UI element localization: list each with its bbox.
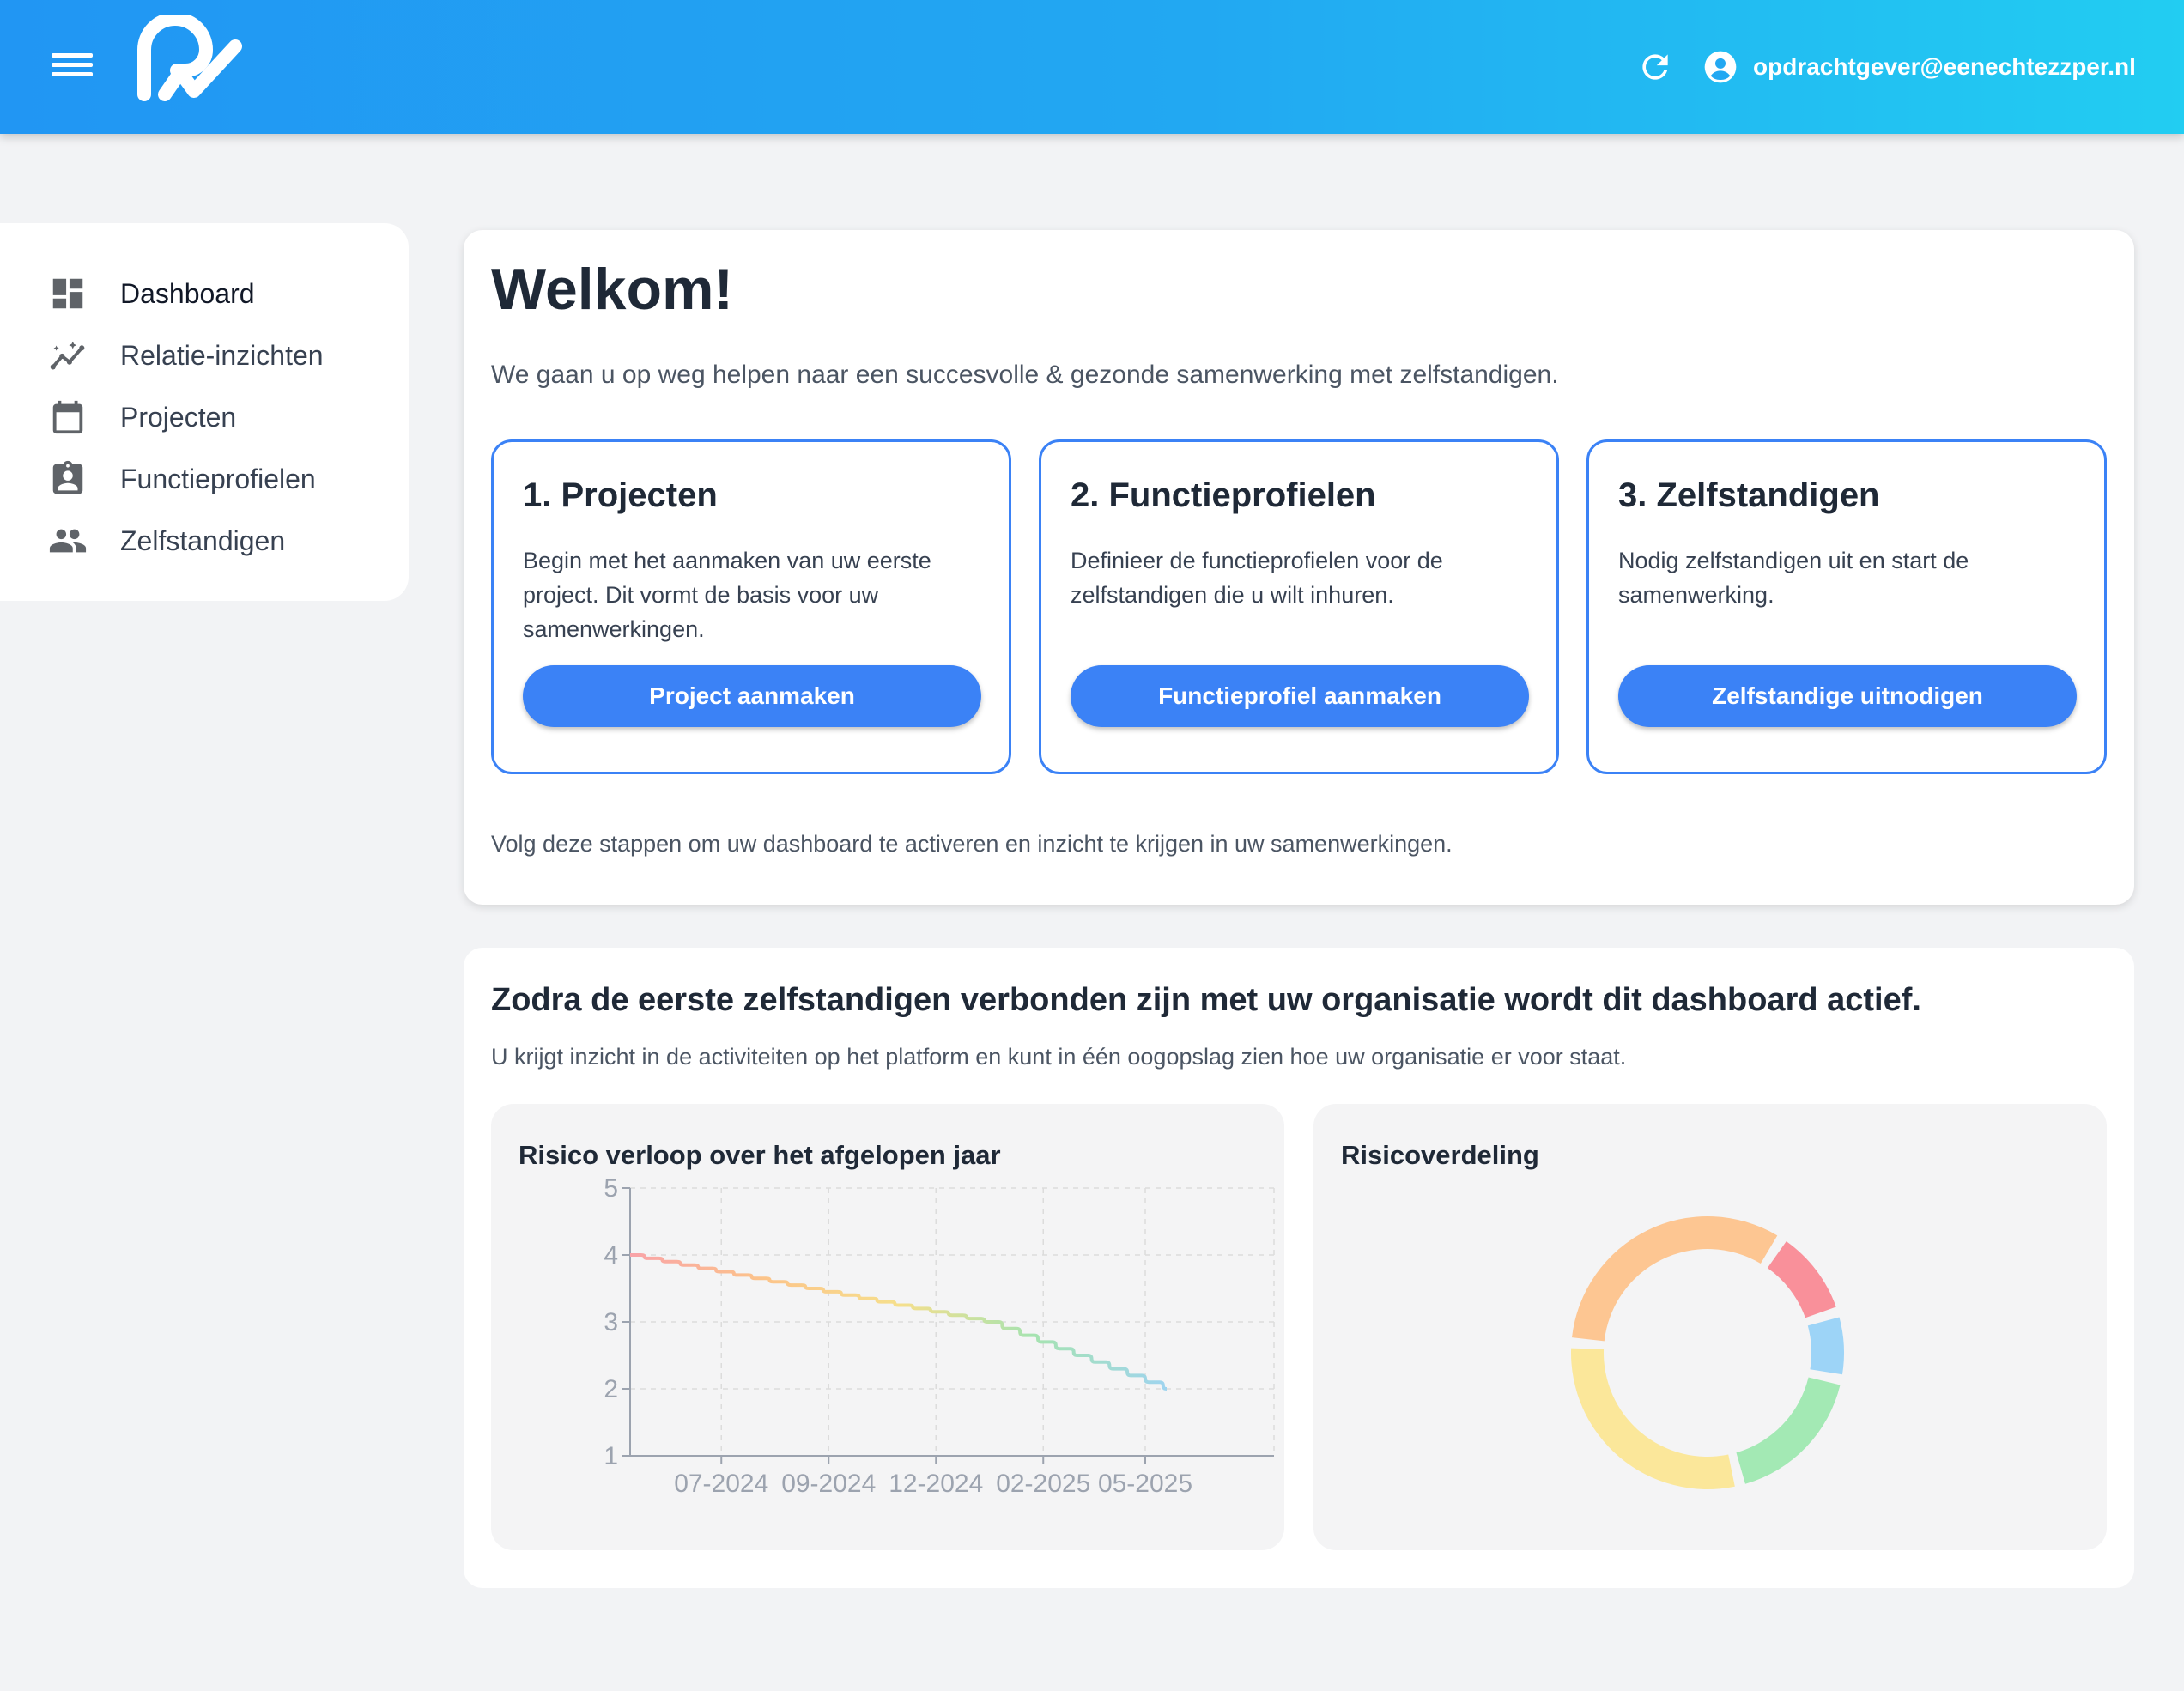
y-tick-label: 1 [604,1442,618,1470]
x-tick-label: 05-2025 [1098,1470,1192,1498]
y-tick-label: 2 [604,1375,618,1403]
donut-slice-1 [1807,1317,1844,1375]
functieprofiel-aanmaken-button[interactable]: Functieprofiel aanmaken [1071,665,1529,727]
sidebar-item-relatie-inzichten[interactable]: Relatie-inzichten [48,330,391,381]
zelfstandige-uitnodigen-button[interactable]: Zelfstandige uitnodigen [1618,665,2077,727]
people-icon [49,529,87,553]
sidebar-item-label: Dashboard [120,277,255,309]
step-description: Definieer de functieprofielen voor de ze… [1071,548,1443,608]
y-tick-label: 4 [604,1241,618,1270]
menu-icon[interactable] [48,48,96,86]
y-tick-label: 5 [604,1174,618,1203]
donut-slice-0 [1767,1241,1836,1318]
step-card-functieprofielen: 2. Functieprofielen Definieer de functie… [1039,439,1559,774]
logo[interactable] [130,15,242,101]
step-title: 3. Zelfstandigen [1618,476,1880,514]
welcome-footer: Volg deze stappen om uw dashboard te act… [491,831,1453,857]
project-aanmaken-button[interactable]: Project aanmaken [523,665,981,727]
badge-icon [52,460,83,494]
risk-distribution-panel: Risicoverdeling [1313,1104,2107,1550]
sidebar-item-label: Projecten [120,401,237,433]
step-description: Nodig zelfstandigen uit en start de same… [1618,548,1969,608]
user-email: opdrachtgever@eenechtezzper.nl [1753,53,2136,80]
welcome-title: Welkom! [491,257,734,322]
insights-icon [50,341,85,370]
sidebar: Dashboard Relatie-inzichten Projecten Fu… [0,223,409,601]
dashboard-subtitle: U krijgt inzicht in de activiteiten op h… [491,1044,1627,1070]
step-title: 2. Functieprofielen [1071,476,1376,514]
step-card-zelfstandigen: 3. Zelfstandigen Nodig zelfstandigen uit… [1586,439,2107,774]
step-title: 1. Projecten [523,476,718,514]
x-tick-label: 02-2025 [996,1470,1090,1498]
donut-slice-4 [1572,1216,1778,1342]
dashboard-title: Zodra de eerste zelfstandigen verbonden … [491,982,1921,1018]
calendar-icon [52,400,83,434]
risk-trend-panel: Risico verloop over het afgelopen jaar 1… [491,1104,1284,1550]
x-tick-label: 09-2024 [781,1470,876,1498]
y-tick-label: 3 [604,1308,618,1336]
donut-slice-3 [1571,1348,1735,1489]
welcome-subtitle: We gaan u op weg helpen naar een succesv… [491,361,1559,389]
donut-slice-2 [1736,1377,1841,1484]
sidebar-item-dashboard[interactable]: Dashboard [48,268,391,319]
sidebar-item-zelfstandigen[interactable]: Zelfstandigen [48,515,391,567]
x-tick-label: 07-2024 [674,1470,768,1498]
risk-distribution-chart [1571,1216,1844,1489]
user-menu[interactable]: opdrachtgever@eenechtezzper.nl [1703,46,2136,88]
sidebar-item-label: Relatie-inzichten [120,339,324,371]
step-description: Begin met het aanmaken van uw eerste pro… [523,548,931,642]
risk-trend-chart: 1 2 3 4 5 07-2024 09-2024 12-2024 02-2025 05-2025 [604,1174,1275,1498]
sidebar-item-projecten[interactable]: Projecten [48,391,391,443]
account-circle-icon [1704,51,1737,83]
top-app-bar: opdrachtgever@eenechtezzper.nl [0,0,2184,134]
step-card-projecten: 1. Projecten Begin met het aanmaken van … [491,439,1011,774]
sidebar-item-label: Functieprofielen [120,463,316,494]
refresh-icon[interactable] [1636,48,1674,86]
welcome-card: Welkom! We gaan u op weg helpen naar een… [464,230,2134,905]
x-tick-label: 12-2024 [889,1470,983,1498]
sidebar-item-functieprofielen[interactable]: Functieprofielen [48,453,391,505]
sidebar-item-label: Zelfstandigen [120,524,286,556]
dashboard-card: Zodra de eerste zelfstandigen verbonden … [464,948,2134,1588]
dashboard-icon [52,278,83,309]
